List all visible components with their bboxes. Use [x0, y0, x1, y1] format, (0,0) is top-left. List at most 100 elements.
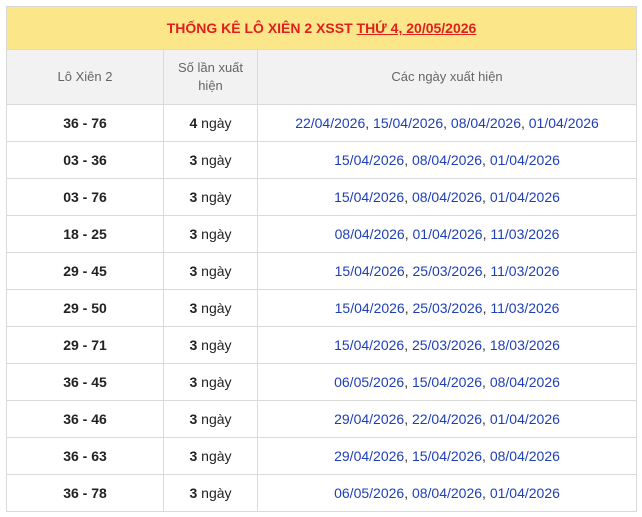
date-separator: , — [404, 226, 413, 242]
date-link[interactable]: 29/04/2026 — [334, 448, 404, 464]
date-separator: , — [404, 411, 412, 427]
date-link[interactable]: 01/04/2026 — [490, 152, 560, 168]
date-separator: , — [404, 485, 412, 501]
count-unit: ngày — [201, 448, 232, 464]
count-unit: ngày — [201, 152, 232, 168]
count-value: 3 — [189, 411, 198, 427]
count-unit: ngày — [201, 189, 232, 205]
table-row: 18 - 25 3 ngày 08/04/2026, 01/04/2026, 11/… — [6, 215, 638, 253]
date-link[interactable]: 08/04/2026 — [412, 485, 482, 501]
count-cell: 3 ngày — [163, 141, 258, 179]
date-link[interactable]: 15/04/2026 — [334, 337, 404, 353]
date-link[interactable]: 15/04/2026 — [334, 189, 404, 205]
pair-cell: 36 - 63 — [6, 437, 164, 475]
title-date-link[interactable]: THỨ 4, 20/05/2026 — [357, 20, 477, 36]
date-separator: , — [482, 189, 490, 205]
count-cell: 3 ngày — [163, 400, 258, 438]
dates-cell: 06/05/2026, 08/04/2026, 01/04/2026 — [256, 474, 638, 512]
pair-cell: 18 - 25 — [6, 215, 164, 253]
pair-cell: 36 - 45 — [6, 363, 164, 401]
count-cell: 3 ngày — [163, 363, 258, 401]
date-link[interactable]: 01/04/2026 — [490, 189, 560, 205]
count-unit: ngày — [201, 337, 232, 353]
table-row: 29 - 50 3 ngày 15/04/2026, 25/03/2026, 11/… — [6, 289, 638, 327]
date-link[interactable]: 15/04/2026 — [335, 263, 405, 279]
count-cell: 3 ngày — [163, 289, 258, 327]
date-link[interactable]: 08/04/2026 — [490, 374, 560, 390]
count-unit: ngày — [201, 374, 232, 390]
count-value: 3 — [189, 337, 198, 353]
pair-cell: 36 - 76 — [6, 104, 164, 142]
count-cell: 3 ngày — [163, 215, 258, 253]
date-separator: , — [365, 115, 374, 131]
dates-cell: 06/05/2026, 15/04/2026, 08/04/2026 — [256, 363, 638, 401]
date-link[interactable]: 15/04/2026 — [335, 300, 405, 316]
date-link[interactable]: 08/04/2026 — [412, 189, 482, 205]
date-link[interactable]: 18/03/2026 — [490, 337, 560, 353]
date-separator: , — [404, 374, 412, 390]
count-value: 3 — [189, 300, 198, 316]
date-link[interactable]: 08/04/2026 — [335, 226, 405, 242]
count-value: 3 — [189, 485, 198, 501]
date-link[interactable]: 11/03/2026 — [490, 300, 559, 316]
date-link[interactable]: 25/03/2026 — [413, 300, 483, 316]
count-value: 3 — [189, 448, 198, 464]
count-cell: 3 ngày — [163, 437, 258, 475]
date-link[interactable]: 25/03/2026 — [413, 263, 483, 279]
date-separator: , — [482, 485, 490, 501]
date-link[interactable]: 22/04/2026 — [295, 115, 365, 131]
count-unit: ngày — [201, 485, 232, 501]
date-separator: , — [482, 374, 490, 390]
dates-cell: 15/04/2026, 25/03/2026, 11/03/2026 — [256, 252, 638, 290]
date-link[interactable]: 15/04/2026 — [334, 152, 404, 168]
table-row: 36 - 63 3 ngày 29/04/2026, 15/04/2026, 08/… — [6, 437, 638, 475]
table-row: 29 - 45 3 ngày 15/04/2026, 25/03/2026, 11/… — [6, 252, 638, 290]
date-link[interactable]: 11/03/2026 — [490, 226, 559, 242]
date-link[interactable]: 01/04/2026 — [529, 115, 599, 131]
dates-cell: 15/04/2026, 25/03/2026, 11/03/2026 — [256, 289, 638, 327]
date-link[interactable]: 11/03/2026 — [490, 263, 559, 279]
date-link[interactable]: 15/04/2026 — [373, 115, 443, 131]
pair-cell: 36 - 46 — [6, 400, 164, 438]
table-row: 36 - 46 3 ngày 29/04/2026, 22/04/2026, 01/… — [6, 400, 638, 438]
dates-cell: 15/04/2026, 08/04/2026, 01/04/2026 — [256, 178, 638, 216]
count-value: 3 — [189, 263, 198, 279]
table-row: 03 - 76 3 ngày 15/04/2026, 08/04/2026, 01/… — [6, 178, 638, 216]
date-link[interactable]: 01/04/2026 — [413, 226, 483, 242]
date-link[interactable]: 06/05/2026 — [334, 485, 404, 501]
table-body: 36 - 76 4 ngày 22/04/2026, 15/04/2026, 08/… — [6, 104, 638, 512]
date-separator: , — [404, 189, 412, 205]
count-value: 3 — [189, 226, 198, 242]
count-cell: 3 ngày — [163, 326, 258, 364]
date-link[interactable]: 01/04/2026 — [490, 411, 560, 427]
dates-cell: 22/04/2026, 15/04/2026, 08/04/2026, 01/0… — [256, 104, 638, 142]
count-unit: ngày — [201, 411, 232, 427]
dates-cell: 29/04/2026, 15/04/2026, 08/04/2026 — [256, 437, 638, 475]
header-count-label: Số lần xuất hiện — [177, 60, 244, 93]
table-row: 03 - 36 3 ngày 15/04/2026, 08/04/2026, 01/… — [6, 141, 638, 179]
header-count: Số lần xuất hiện — [163, 49, 258, 105]
count-unit: ngày — [201, 300, 232, 316]
date-link[interactable]: 15/04/2026 — [412, 374, 482, 390]
table-header-row: Lô Xiên 2 Số lần xuất hiện Các ngày xuất… — [6, 49, 638, 105]
date-link[interactable]: 06/05/2026 — [334, 374, 404, 390]
date-link[interactable]: 08/04/2026 — [412, 152, 482, 168]
date-link[interactable]: 29/04/2026 — [334, 411, 404, 427]
count-cell: 4 ngày — [163, 104, 258, 142]
date-link[interactable]: 08/04/2026 — [451, 115, 521, 131]
date-separator: , — [404, 448, 412, 464]
header-dates: Các ngày xuất hiện — [256, 49, 638, 105]
date-link[interactable]: 22/04/2026 — [412, 411, 482, 427]
count-cell: 3 ngày — [163, 474, 258, 512]
date-link[interactable]: 08/04/2026 — [490, 448, 560, 464]
date-link[interactable]: 25/03/2026 — [412, 337, 482, 353]
date-link[interactable]: 01/04/2026 — [490, 485, 560, 501]
date-link[interactable]: 15/04/2026 — [412, 448, 482, 464]
header-pair: Lô Xiên 2 — [6, 49, 164, 105]
table-row: 29 - 71 3 ngày 15/04/2026, 25/03/2026, 18/… — [6, 326, 638, 364]
pair-cell: 29 - 45 — [6, 252, 164, 290]
date-separator: , — [404, 337, 412, 353]
count-value: 3 — [189, 152, 198, 168]
count-cell: 3 ngày — [163, 178, 258, 216]
date-separator: , — [443, 115, 451, 131]
